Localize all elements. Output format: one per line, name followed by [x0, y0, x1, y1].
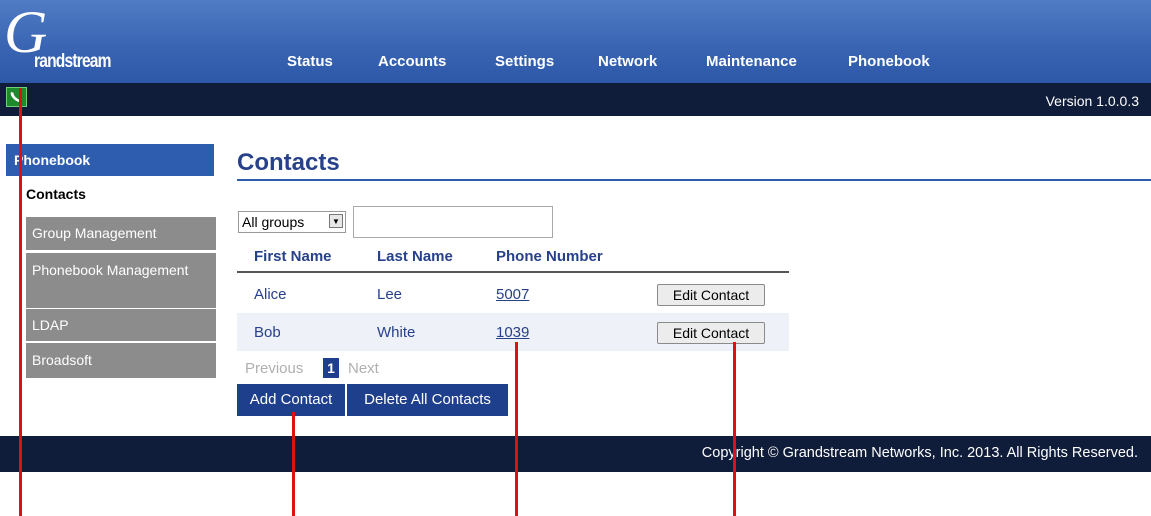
pagination-previous[interactable]: Previous — [245, 360, 303, 377]
logo-text: randstream — [34, 51, 111, 72]
nav-status[interactable]: Status — [287, 53, 333, 70]
page-title: Contacts — [237, 149, 340, 176]
edit-contact-button[interactable]: Edit Contact — [657, 284, 765, 306]
nav-maintenance[interactable]: Maintenance — [706, 53, 797, 70]
copyright-text: Copyright © Grandstream Networks, Inc. 2… — [701, 445, 1138, 461]
nav-network[interactable]: Network — [598, 53, 657, 70]
search-input[interactable] — [353, 206, 553, 238]
nav-accounts[interactable]: Accounts — [378, 53, 446, 70]
pagination-next[interactable]: Next — [348, 360, 379, 377]
sidebar-item-broadsoft[interactable]: Broadsoft — [26, 343, 216, 378]
sidebar-item-ldap[interactable]: LDAP — [26, 309, 216, 341]
phone-icon[interactable] — [6, 87, 27, 107]
annotation-line — [515, 342, 518, 516]
group-filter-select[interactable]: All groups ▼ — [238, 211, 346, 233]
last-name-cell: Lee — [377, 286, 403, 303]
sidebar-item-group-management[interactable]: Group Management — [26, 217, 216, 250]
first-name-cell: Alice — [254, 286, 287, 303]
annotation-line — [19, 88, 22, 516]
phone-number-link[interactable]: 1039 — [496, 324, 529, 341]
nav-phonebook[interactable]: Phonebook — [848, 53, 930, 70]
header-divider — [237, 271, 789, 273]
edit-contact-button[interactable]: Edit Contact — [657, 322, 765, 344]
first-name-cell: Bob — [254, 324, 281, 341]
annotation-line — [292, 412, 295, 516]
header-bar: G randstream Status Accounts Settings Ne… — [0, 0, 1151, 83]
sidebar-item-phonebook-management[interactable]: Phonebook Management — [26, 253, 216, 308]
column-header-phone-number: Phone Number — [496, 248, 603, 265]
column-header-last-name: Last Name — [377, 248, 453, 265]
title-divider — [237, 179, 1151, 181]
sidebar-title[interactable]: Phonebook — [6, 144, 214, 176]
version-label: Version 1.0.0.3 — [1045, 93, 1139, 109]
sidebar-item-contacts[interactable]: Contacts — [26, 186, 86, 202]
group-filter-value: All groups — [242, 214, 305, 230]
column-header-first-name: First Name — [254, 248, 332, 265]
phone-glyph — [10, 92, 22, 102]
chevron-down-icon[interactable]: ▼ — [329, 214, 343, 228]
grandstream-logo[interactable]: G randstream — [4, 2, 144, 78]
delete-all-contacts-button[interactable]: Delete All Contacts — [347, 384, 508, 416]
nav-settings[interactable]: Settings — [495, 53, 554, 70]
phone-number-link[interactable]: 5007 — [496, 286, 529, 303]
add-contact-button[interactable]: Add Contact — [237, 384, 345, 416]
annotation-line — [733, 342, 736, 516]
status-bar — [0, 83, 1151, 116]
pagination-page[interactable]: 1 — [323, 358, 339, 378]
last-name-cell: White — [377, 324, 416, 341]
